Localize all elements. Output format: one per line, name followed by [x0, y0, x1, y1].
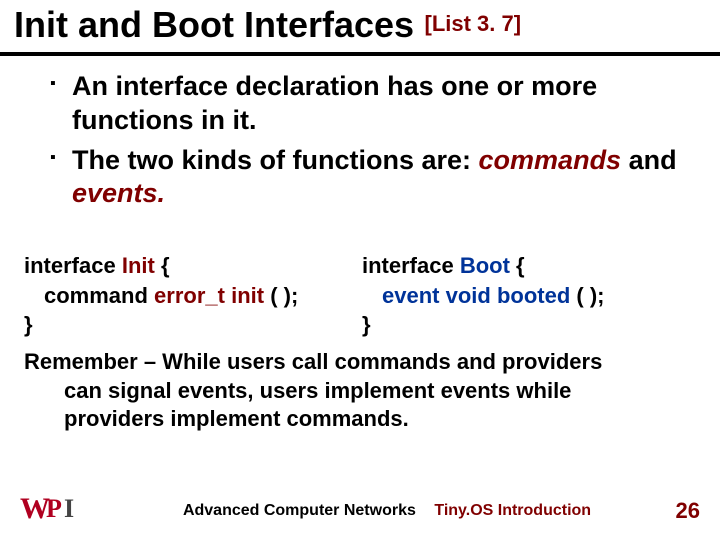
fn-init: init: [231, 283, 270, 308]
brace-open: {: [161, 253, 170, 278]
remember-block: Remember – While users call commands and…: [0, 344, 720, 434]
bullet-2-events: events.: [72, 178, 165, 208]
page-number: 26: [660, 498, 700, 524]
wpi-logo: W P I: [20, 496, 84, 526]
remember-line3: providers implement commands.: [24, 405, 696, 434]
iface-init: Init: [122, 253, 161, 278]
code-left-line1: interface Init {: [24, 251, 362, 281]
type-void: void: [446, 283, 497, 308]
kw-interface: interface: [362, 253, 460, 278]
code-left: interface Init { command error_t init ( …: [24, 251, 362, 340]
brace-open: {: [516, 253, 525, 278]
footer-center: Advanced Computer Networks Tiny.OS Intro…: [114, 502, 660, 520]
remember-line2: can signal events, users implement event…: [24, 377, 696, 406]
title-bar: Init and Boot Interfaces [List 3. 7]: [0, 0, 720, 56]
slide-subtitle-tag: [List 3. 7]: [425, 11, 522, 36]
code-left-line3: }: [24, 310, 362, 340]
bullet-2: The two kinds of functions are: commands…: [50, 144, 690, 212]
remember-line1: Remember – While users call commands and…: [24, 349, 602, 374]
kw-command: command: [44, 283, 154, 308]
footer: W P I Advanced Computer Networks Tiny.OS…: [0, 496, 720, 526]
bullet-2-and: and: [621, 145, 677, 175]
type-error_t: error_t: [154, 283, 231, 308]
footer-topic: Tiny.OS Introduction: [434, 502, 591, 519]
iface-boot: Boot: [460, 253, 516, 278]
logo-letter-i: I: [64, 494, 74, 524]
parens-right: ( );: [576, 283, 604, 308]
kw-event: event: [382, 283, 446, 308]
bullet-2-lead: The two kinds of functions are:: [72, 145, 479, 175]
logo-letter-p: P: [46, 494, 62, 524]
bullet-1: An interface declaration has one or more…: [50, 70, 690, 138]
footer-course: Advanced Computer Networks: [183, 502, 416, 519]
code-right-line2: event void booted ( );: [362, 281, 700, 311]
code-right-line3: }: [362, 310, 700, 340]
slide: Init and Boot Interfaces [List 3. 7] An …: [0, 0, 720, 540]
code-left-line2: command error_t init ( );: [24, 281, 362, 311]
code-columns: interface Init { command error_t init ( …: [0, 227, 720, 344]
code-right-line1: interface Boot {: [362, 251, 700, 281]
bullet-2-commands: commands: [479, 145, 622, 175]
kw-interface: interface: [24, 253, 122, 278]
parens-left: ( );: [270, 283, 298, 308]
code-right: interface Boot { event void booted ( ); …: [362, 251, 700, 340]
bullet-list: An interface declaration has one or more…: [0, 56, 720, 227]
slide-title: Init and Boot Interfaces: [14, 4, 414, 45]
fn-booted: booted: [497, 283, 576, 308]
